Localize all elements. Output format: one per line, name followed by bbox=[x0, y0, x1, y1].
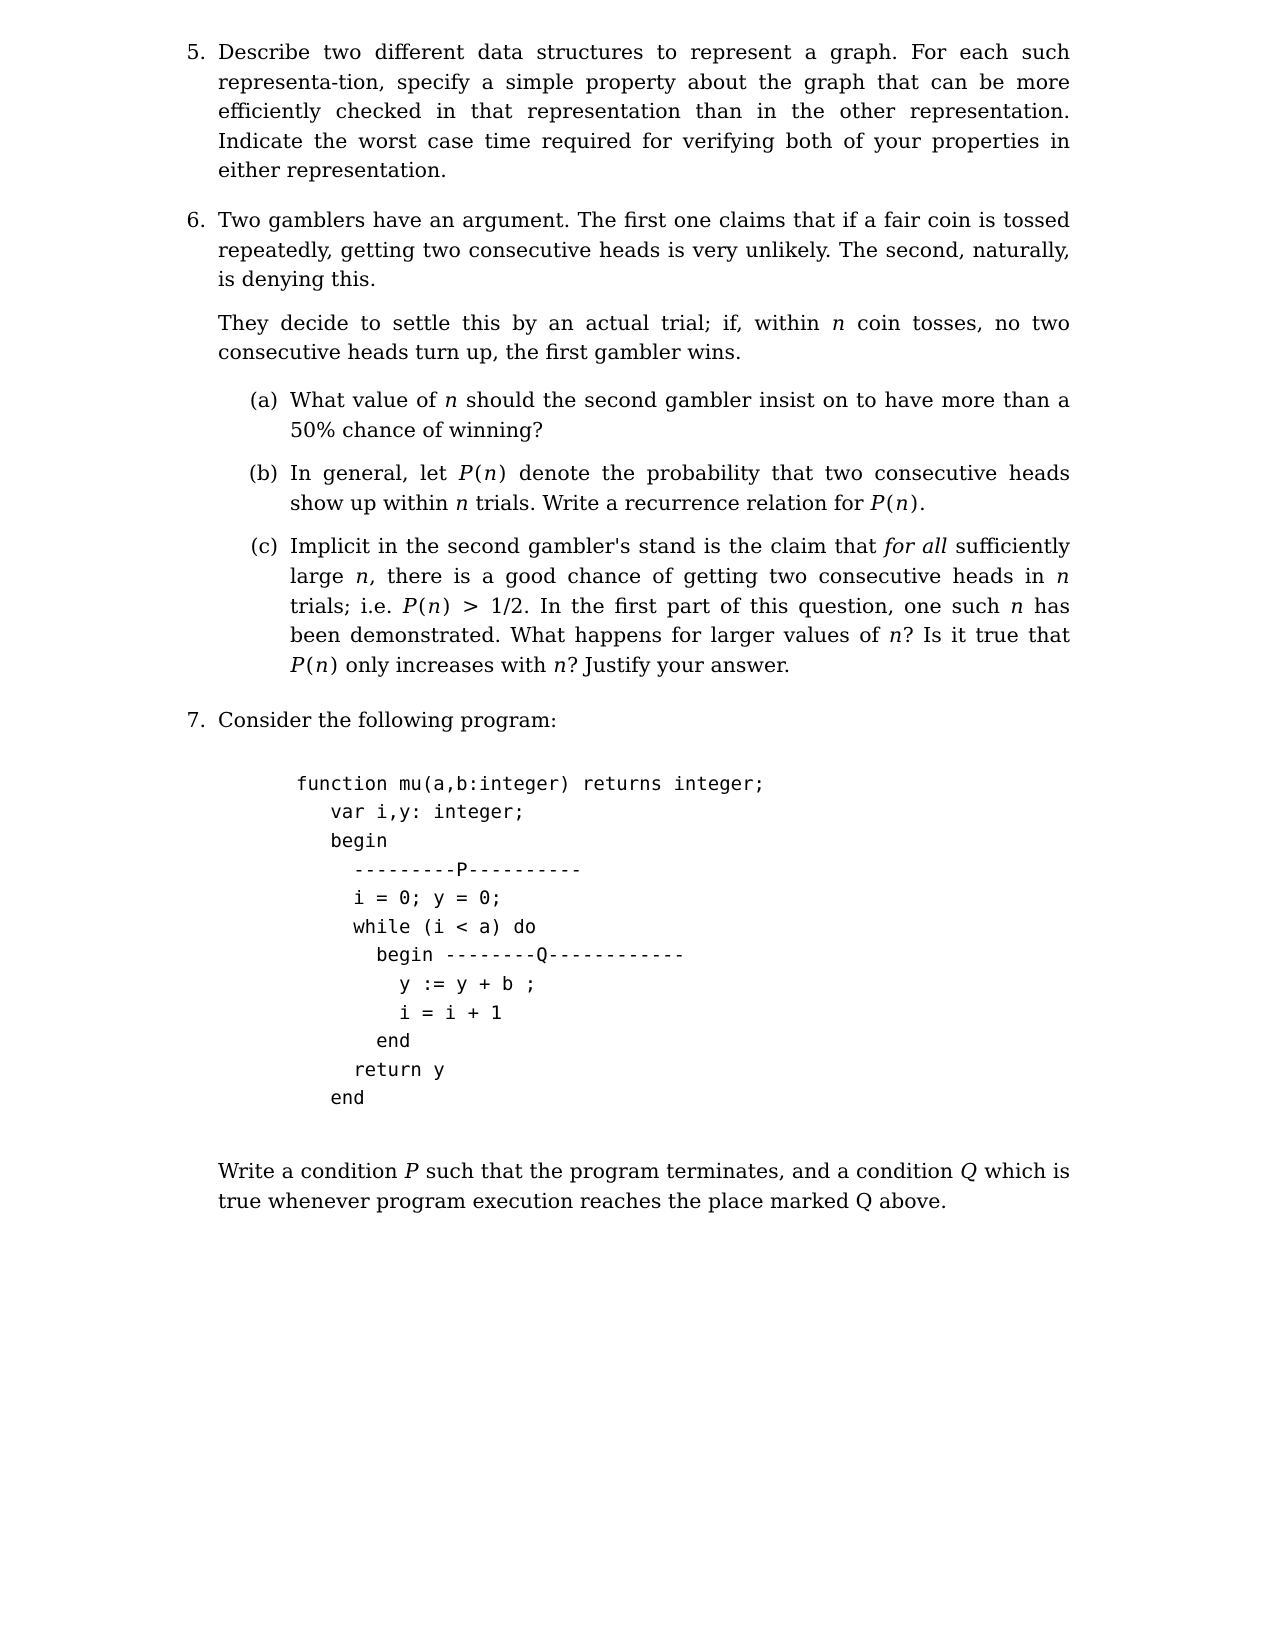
math-func-P: P bbox=[402, 593, 417, 618]
problem-item-6: 6. Two gamblers have an argument. The fi… bbox=[170, 206, 1070, 680]
math-var-n: n bbox=[355, 563, 369, 588]
page-content-column: 5. Describe two different data structure… bbox=[170, 38, 1070, 1216]
close-l1a: Write a condition bbox=[218, 1159, 405, 1183]
p6-p2-line2: heads turn up, the first gambler wins. bbox=[347, 340, 742, 365]
math-var-n: n bbox=[553, 652, 567, 677]
math-func-P: P bbox=[870, 490, 885, 515]
math-condition-Q: Q bbox=[960, 1159, 978, 1183]
c-l5: your answer. bbox=[657, 652, 791, 677]
problem-7-closing-text: Write a condition P such that the progra… bbox=[218, 1157, 1070, 1216]
problem-body-5: Describe two different data structures t… bbox=[218, 38, 1070, 186]
math-var-n: n bbox=[427, 593, 441, 618]
c-l2b: trials; i.e. bbox=[290, 593, 403, 618]
math-var-n: n bbox=[1010, 593, 1024, 618]
subitem-c-text: Implicit in the second gambler's stand i… bbox=[290, 532, 1070, 680]
math-var-n: n bbox=[831, 310, 846, 335]
problem-6-paragraph-2: They decide to settle this by an actual … bbox=[218, 309, 1070, 368]
math-paren-close: ) bbox=[498, 461, 507, 486]
math-paren-close: ) bbox=[442, 593, 451, 618]
problem-body-7: Consider the following program: function… bbox=[218, 706, 1070, 1216]
problem-6-subitem-a: (a) What value of n should the second ga… bbox=[230, 386, 1070, 445]
math-func-P: P bbox=[458, 461, 473, 486]
subitem-b-text: In general, let P(n) denote the probabil… bbox=[290, 459, 1070, 518]
problem-item-7: 7. Consider the following program: funct… bbox=[170, 706, 1070, 1216]
math-paren-close: ) bbox=[330, 652, 338, 677]
math-paren-open: ( bbox=[474, 461, 483, 486]
math-fraction-half: 1/2 bbox=[490, 593, 524, 618]
math-condition-P: P bbox=[404, 1159, 419, 1183]
document-page: 5. Describe two different data structure… bbox=[0, 0, 1275, 1651]
math-paren-close: ) bbox=[910, 490, 919, 515]
b-line2a: within bbox=[383, 490, 455, 515]
problem-6-paragraph-1: Two gamblers have an argument. The first… bbox=[218, 206, 1070, 295]
math-paren-open: ( bbox=[418, 593, 427, 618]
problem-7-closing: Write a condition P such that the progra… bbox=[218, 1157, 1070, 1216]
math-var-n: n bbox=[483, 461, 497, 486]
math-paren-open: ( bbox=[885, 490, 894, 515]
math-greater-than: > bbox=[462, 593, 480, 618]
subitem-body-c: Implicit in the second gambler's stand i… bbox=[290, 532, 1070, 680]
p6-p1-line3: denying this. bbox=[241, 267, 377, 292]
problem-number-7: 7. bbox=[186, 708, 206, 733]
math-var-n: n bbox=[889, 623, 903, 648]
c-l1c: , bbox=[369, 563, 376, 588]
subitem-body-b: In general, let P(n) denote the probabil… bbox=[290, 459, 1070, 518]
b-line2b: trials. Write a recurrence relation for bbox=[469, 490, 871, 515]
c-l4a: happens for larger values of bbox=[574, 623, 889, 648]
b-line1a: In general, let bbox=[290, 461, 459, 486]
close-l1b: such that the program terminates, and a … bbox=[419, 1159, 960, 1183]
math-paren-open: ( bbox=[305, 652, 314, 677]
math-var-n: n bbox=[455, 490, 469, 515]
c-l4c: only increases with bbox=[339, 652, 553, 677]
math-var-n: n bbox=[444, 387, 458, 412]
math-func-P: P bbox=[290, 652, 305, 677]
emphasis-for-all: for all bbox=[884, 534, 948, 559]
problem-6-subitem-c: (c) Implicit in the second gambler's sta… bbox=[230, 532, 1071, 680]
problem-6-sublist: (a) What value of n should the second ga… bbox=[218, 386, 1070, 680]
a-line1a: What value of bbox=[290, 387, 444, 412]
problem-number-5: 5. bbox=[186, 40, 206, 64]
subitem-label-b: (b) bbox=[248, 461, 278, 486]
problem-6-subitem-b: (b) In general, let P(n) denote the prob… bbox=[230, 459, 1070, 518]
c-l2c: . bbox=[523, 593, 530, 618]
c-l4b: ? Is it true that bbox=[902, 623, 1070, 648]
p6-p1-line1: Two gamblers have an argument. The first… bbox=[218, 207, 1070, 232]
subitem-label-c: (c) bbox=[250, 534, 278, 559]
problem-7-intro: Consider the following program: bbox=[218, 708, 558, 733]
a-line2: chance of winning? bbox=[342, 417, 544, 442]
c-l4d: ? Justify bbox=[567, 652, 651, 677]
b-line2c: . bbox=[919, 490, 926, 515]
c-l1a: Implicit in the second gambler's stand i… bbox=[290, 534, 885, 559]
math-var-n: n bbox=[315, 652, 329, 677]
p6-p2-line1a: They decide to settle this by an actual … bbox=[218, 310, 832, 335]
subitem-a-text: What value of n should the second gamble… bbox=[290, 386, 1070, 445]
problem-body-6: Two gamblers have an argument. The first… bbox=[218, 206, 1070, 680]
close-l2: true whenever program execution reaches … bbox=[218, 1188, 947, 1213]
problem-5-paragraph: Describe two different data structures t… bbox=[218, 38, 1070, 186]
c-l3: In the first part of this question, one … bbox=[539, 593, 1010, 618]
math-var-n: n bbox=[1056, 563, 1070, 588]
close-l1c: which is bbox=[977, 1159, 1071, 1183]
subitem-label-a: (a) bbox=[249, 387, 278, 412]
problem-number-6: 6. bbox=[186, 207, 206, 232]
math-var-n: n bbox=[895, 490, 909, 515]
subitem-body-a: What value of n should the second gamble… bbox=[290, 386, 1070, 445]
c-l2a: there is a good chance of getting two co… bbox=[386, 563, 1056, 588]
program-code-block: function mu(a,b:integer) returns integer… bbox=[296, 772, 765, 1110]
problem-item-5: 5. Describe two different data structure… bbox=[170, 38, 1070, 186]
